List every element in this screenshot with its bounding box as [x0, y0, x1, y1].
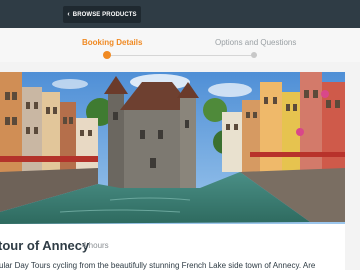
steps-progress-line [107, 55, 257, 56]
tour-duration: 4 hours [82, 241, 109, 250]
browse-products-button[interactable]: ‹ BROWSE PRODUCTS [63, 6, 141, 23]
tour-card: tour of Annecy 4 hours ular Day Tours cy… [0, 72, 345, 270]
step-options-questions[interactable]: Options and Questions [215, 38, 296, 47]
step-inactive-indicator [251, 52, 257, 58]
step-active-indicator [103, 51, 111, 59]
browse-products-label: BROWSE PRODUCTS [72, 11, 137, 18]
chevron-left-icon: ‹ [67, 11, 70, 18]
step-booking-details[interactable]: Booking Details [82, 38, 142, 47]
booking-steps: Booking Details Options and Questions [0, 28, 360, 62]
tour-description: ular Day Tours cycling from the beautifu… [0, 261, 316, 270]
tour-title: tour of Annecy [0, 238, 90, 253]
tour-hero-image [0, 72, 345, 224]
top-bar: ‹ BROWSE PRODUCTS [0, 0, 360, 28]
